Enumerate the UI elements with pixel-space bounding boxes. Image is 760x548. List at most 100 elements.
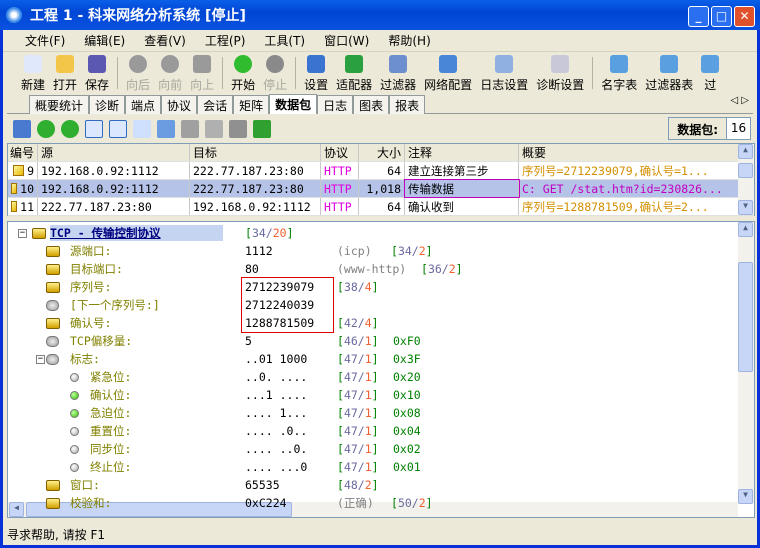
tree-node[interactable]: 源端口: 1112 (icp) [34/2] bbox=[8, 242, 738, 260]
scroll-down-button[interactable]: ▼ bbox=[738, 489, 753, 504]
column-header[interactable]: 源 bbox=[38, 144, 190, 161]
byte-offset: 47 bbox=[343, 406, 358, 420]
plugin-icon[interactable] bbox=[229, 119, 247, 138]
forward-icon[interactable] bbox=[61, 119, 79, 138]
toolbar-button-label: 网络配置 bbox=[424, 78, 473, 92]
menu-item[interactable]: 窗口(W) bbox=[324, 32, 369, 49]
toolbar-button[interactable]: 向后 bbox=[122, 55, 154, 93]
menu-item[interactable]: 查看(V) bbox=[144, 32, 186, 49]
toolbar-button[interactable]: 日志设置 bbox=[476, 55, 532, 93]
packet-icon bbox=[13, 165, 25, 176]
tab[interactable]: 数据包 bbox=[269, 94, 318, 114]
column-header[interactable]: 目标 bbox=[190, 144, 321, 161]
column-header[interactable]: 注释 bbox=[405, 144, 519, 161]
toolbar-button[interactable]: 适配器 bbox=[332, 55, 376, 93]
decode-icon[interactable] bbox=[157, 119, 175, 138]
tab[interactable]: 报表 bbox=[389, 95, 426, 114]
node-value: 80 bbox=[245, 262, 259, 276]
tab-scroll-arrows[interactable]: ◁ ▷ bbox=[730, 95, 749, 106]
scroll-thumb[interactable] bbox=[738, 163, 753, 178]
tree-node[interactable]: TCP偏移量: 5 [46/1] 0xF0 bbox=[8, 332, 738, 350]
maximize-button[interactable]: □ bbox=[711, 6, 732, 27]
scroll-down-button[interactable]: ▼ bbox=[738, 200, 753, 215]
back-icon[interactable] bbox=[37, 119, 55, 138]
byte-range: [48/2] bbox=[337, 478, 379, 492]
menu-item[interactable]: 帮助(H) bbox=[388, 32, 430, 49]
toolbar-button[interactable]: 新建 bbox=[17, 55, 49, 93]
export-icon[interactable] bbox=[13, 119, 31, 138]
menu-item[interactable]: 编辑(E) bbox=[84, 32, 125, 49]
list-view-icon[interactable] bbox=[85, 119, 103, 138]
collapse-toggle[interactable]: − bbox=[36, 354, 45, 364]
column-header[interactable]: 概要 bbox=[519, 144, 741, 161]
detail-view-icon[interactable] bbox=[109, 119, 127, 138]
table-row[interactable]: 11 222.77.187.23:80 192.168.0.92:1112 HTTP 6… bbox=[8, 198, 754, 216]
node-extra: (www-http) bbox=[337, 262, 407, 276]
table-cell: HTTP bbox=[321, 162, 359, 179]
tree-node[interactable]: − TCP - 传输控制协议 [34/20] bbox=[8, 224, 738, 242]
byte-length: 4 bbox=[364, 280, 372, 294]
tree-node[interactable]: 终止位: .... ...0 [47/1] 0x01 bbox=[8, 458, 738, 476]
tree-vscrollbar[interactable]: ▲ ▼ bbox=[738, 222, 754, 504]
tree-node[interactable]: 校验和: 0xC224 (正确) [50/2] bbox=[8, 494, 738, 512]
table-scrollbar[interactable]: ▲ ▼ bbox=[738, 144, 754, 215]
minimize-button[interactable]: _ bbox=[688, 6, 709, 27]
toolbar-button[interactable]: 诊断设置 bbox=[532, 55, 588, 93]
hex-mask: 0x01 bbox=[393, 460, 421, 474]
column-header[interactable]: 大小 bbox=[359, 144, 405, 161]
scroll-thumb[interactable] bbox=[738, 262, 753, 372]
byte-offset: 50 bbox=[397, 496, 412, 510]
tree-node[interactable]: [下一个序列号:] 2712240039 bbox=[8, 296, 738, 314]
tree-node[interactable]: 序列号: 2712239079 [38/4] bbox=[8, 278, 738, 296]
menu-item[interactable]: 文件(F) bbox=[25, 32, 65, 49]
tab[interactable]: 诊断 bbox=[89, 95, 126, 114]
tree-node[interactable]: 急迫位: .... 1... [47/1] 0x08 bbox=[8, 404, 738, 422]
toolbar-button[interactable]: 向上 bbox=[186, 55, 218, 93]
field-icon bbox=[46, 281, 60, 293]
tree-node[interactable]: 确认位: ...1 .... [47/1] 0x10 bbox=[8, 386, 738, 404]
lock-icon[interactable] bbox=[205, 119, 223, 138]
toolbar-button[interactable]: 名字表 bbox=[597, 55, 641, 93]
tab[interactable]: 协议 bbox=[161, 95, 198, 114]
tree-node[interactable]: 目标端口: 80 (www-http) [36/2] bbox=[8, 260, 738, 278]
tab[interactable]: 会话 bbox=[197, 95, 234, 114]
tab[interactable]: 日志 bbox=[317, 95, 354, 114]
tree-node[interactable]: 确认号: 1288781509 [42/4] bbox=[8, 314, 738, 332]
tab[interactable]: 矩阵 bbox=[233, 95, 270, 114]
tab[interactable]: 图表 bbox=[353, 95, 390, 114]
cell-text: 10 bbox=[20, 181, 34, 196]
tree-node[interactable]: 同步位: .... ..0. [47/1] 0x02 bbox=[8, 440, 738, 458]
hex-mask: 0x3F bbox=[393, 352, 421, 366]
tree-node[interactable]: − 标志: ..01 1000 [47/1] 0x3F bbox=[8, 350, 738, 368]
table-row[interactable]: 9 192.168.0.92:1112 222.77.187.23:80 HTTP 64… bbox=[8, 162, 754, 180]
refresh-icon[interactable] bbox=[253, 119, 271, 138]
hex-view-icon[interactable] bbox=[133, 119, 151, 138]
tab[interactable]: 端点 bbox=[125, 95, 162, 114]
toolbar-button[interactable]: 设置 bbox=[300, 55, 332, 93]
menu-item[interactable]: 工具(T) bbox=[264, 32, 305, 49]
toolbar-button[interactable]: 保存 bbox=[81, 55, 113, 93]
tab[interactable]: 概要统计 bbox=[29, 95, 90, 114]
table-row[interactable]: 10 192.168.0.92:1112 222.77.187.23:80 HTTP 1… bbox=[8, 179, 754, 198]
column-header[interactable]: 编号 bbox=[8, 144, 38, 161]
toolbar-button[interactable]: 过 bbox=[697, 55, 723, 93]
toolbar-button[interactable]: 向前 bbox=[154, 55, 186, 93]
scroll-up-button[interactable]: ▲ bbox=[738, 144, 753, 159]
column-header[interactable]: 协议 bbox=[321, 144, 359, 161]
toolbar-button[interactable]: 过滤器 bbox=[376, 55, 420, 93]
toolbar-button[interactable]: 打开 bbox=[49, 55, 81, 93]
toolbar-button[interactable]: 过滤器表 bbox=[641, 55, 697, 93]
menu-item[interactable]: 工程(P) bbox=[205, 32, 246, 49]
byte-length: 1 bbox=[364, 424, 372, 438]
scroll-up-button[interactable]: ▲ bbox=[738, 222, 753, 237]
toolbar-button[interactable]: 网络配置 bbox=[420, 55, 476, 93]
collapse-toggle[interactable]: − bbox=[18, 228, 27, 238]
toolbar-button[interactable]: 开始 bbox=[227, 55, 259, 93]
filter-icon[interactable] bbox=[181, 119, 199, 138]
tree-node[interactable]: 重置位: .... .0.. [47/1] 0x04 bbox=[8, 422, 738, 440]
table-cell: 192.168.0.92:1112 bbox=[190, 198, 321, 215]
tree-node[interactable]: 紧急位: ..0. .... [47/1] 0x20 bbox=[8, 368, 738, 386]
close-button[interactable]: ✕ bbox=[734, 6, 755, 27]
tree-node[interactable]: 窗口: 65535 [48/2] bbox=[8, 476, 738, 494]
toolbar-button[interactable]: 停止 bbox=[259, 55, 291, 93]
